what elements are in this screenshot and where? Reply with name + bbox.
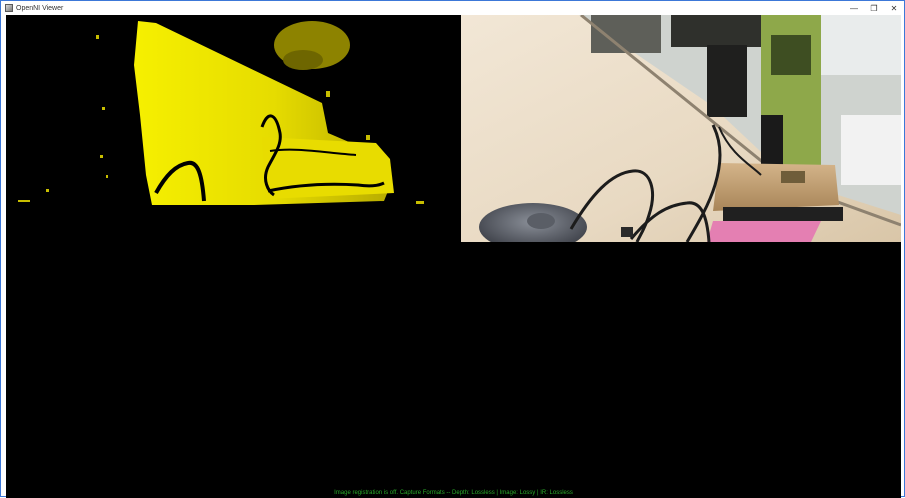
viewer-canvas[interactable]: Image registration is off. Capture Forma… (6, 15, 901, 498)
openni-viewer-icon (5, 4, 13, 12)
status-bar-text: Image registration is off. Capture Forma… (334, 490, 573, 496)
depth-map-pane (6, 15, 461, 242)
minimize-icon: — (850, 3, 858, 13)
close-icon: ✕ (890, 3, 898, 13)
restore-button[interactable]: ❐ (864, 1, 884, 15)
window-title: OpenNI Viewer (16, 4, 64, 12)
window-controls: — ❐ ✕ (844, 1, 904, 15)
restore-icon: ❐ (870, 3, 878, 13)
minimize-button[interactable]: — (844, 1, 864, 15)
close-button[interactable]: ✕ (884, 1, 904, 15)
title-bar[interactable]: OpenNI Viewer — ❐ ✕ (1, 1, 904, 15)
color-image-pane (461, 15, 901, 242)
openni-viewer-window: OpenNI Viewer — ❐ ✕ Image registration i… (0, 0, 905, 498)
